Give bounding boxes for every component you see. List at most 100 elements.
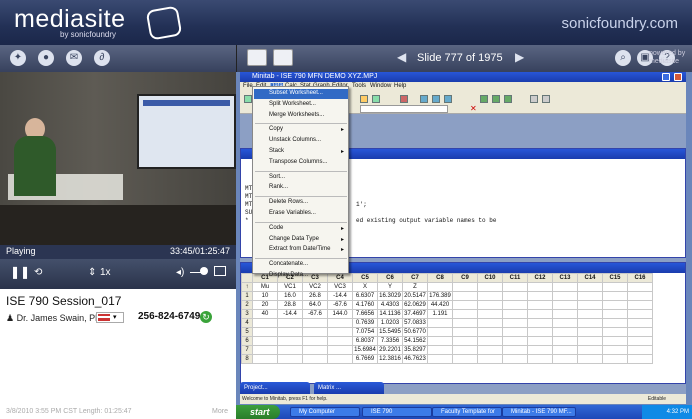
data-menu-item[interactable]: Erase Variables... [269, 210, 316, 216]
table-cell[interactable] [527, 345, 553, 355]
table-cell[interactable] [527, 309, 553, 319]
taskbar-item[interactable]: ISE 790 [362, 407, 432, 417]
table-cell[interactable] [452, 300, 478, 310]
table-cell[interactable]: 29.2201 [377, 345, 403, 355]
column-header[interactable]: C14 [577, 273, 603, 283]
data-menu-item[interactable]: Display Data... [269, 272, 308, 278]
table-cell[interactable] [427, 336, 453, 346]
table-cell[interactable] [527, 327, 553, 337]
table-cell[interactable] [302, 336, 328, 346]
table-cell[interactable] [627, 318, 653, 328]
table-cell[interactable] [627, 309, 653, 319]
table-cell[interactable] [502, 318, 528, 328]
column-name[interactable]: VC3 [327, 282, 353, 292]
table-cell[interactable]: 50.6770 [402, 327, 428, 337]
table-cell[interactable] [602, 345, 628, 355]
column-header[interactable]: C13 [552, 273, 578, 283]
new-icon[interactable] [244, 95, 252, 103]
table-cell[interactable]: 7.0754 [352, 327, 378, 337]
table-cell[interactable] [302, 354, 328, 364]
worksheet-grid[interactable]: C1 C2 C3 C4 C5 C6 C7 C8 C9 C10 C11 C12 C13 C14 C15 C16 ↑… [241, 273, 653, 364]
data-menu-item[interactable]: Change Data Type [269, 236, 319, 242]
column-name[interactable]: ↑ [241, 282, 253, 292]
tool-icon[interactable] [420, 95, 428, 103]
site-link[interactable]: sonicfoundry.com [562, 15, 678, 32]
column-name[interactable] [577, 282, 603, 292]
table-cell[interactable]: 176.389 [427, 291, 453, 301]
table-cell[interactable]: 14.1136 [377, 309, 403, 319]
table-cell[interactable] [327, 345, 353, 355]
column-name[interactable]: X [352, 282, 378, 292]
table-cell[interactable] [552, 354, 578, 364]
table-cell[interactable] [252, 336, 278, 346]
search-icon[interactable]: ⌕ [615, 50, 631, 66]
column-header[interactable]: C4 [327, 273, 353, 283]
column-name[interactable] [602, 282, 628, 292]
table-cell[interactable] [552, 336, 578, 346]
table-cell[interactable] [277, 336, 303, 346]
table-cell[interactable] [602, 318, 628, 328]
phone-number[interactable]: 256-824-6749 [138, 311, 200, 322]
column-name[interactable]: VC2 [302, 282, 328, 292]
email-icon[interactable]: ✉ [66, 50, 82, 66]
table-cell[interactable]: 10 [252, 291, 278, 301]
minimize-icon[interactable] [662, 73, 670, 81]
table-cell[interactable] [552, 300, 578, 310]
table-cell[interactable] [477, 291, 503, 301]
data-menu-item[interactable]: Stack [269, 148, 284, 154]
table-cell[interactable] [627, 300, 653, 310]
table-cell[interactable]: 1 [241, 291, 253, 301]
table-cell[interactable] [577, 354, 603, 364]
cancel-icon[interactable]: ✕ [470, 104, 477, 113]
table-cell[interactable] [627, 354, 653, 364]
table-cell[interactable]: 2 [241, 300, 253, 310]
column-name[interactable]: Y [377, 282, 403, 292]
table-cell[interactable] [502, 354, 528, 364]
volume-icon[interactable]: ◂) [176, 267, 184, 278]
table-cell[interactable] [252, 354, 278, 364]
settings-icon[interactable]: ✦ [10, 50, 26, 66]
table-cell[interactable]: 46.7623 [402, 354, 428, 364]
table-cell[interactable] [277, 318, 303, 328]
column-name[interactable] [627, 282, 653, 292]
data-menu-item[interactable]: Transpose Columns... [269, 159, 327, 165]
table-cell[interactable] [427, 327, 453, 337]
column-name[interactable] [527, 282, 553, 292]
tool-icon[interactable] [492, 95, 500, 103]
column-header[interactable]: C10 [477, 273, 503, 283]
table-cell[interactable] [477, 336, 503, 346]
data-menu-item[interactable]: Extract from Date/Time [269, 246, 330, 252]
table-cell[interactable] [452, 354, 478, 364]
thumbnail-view-icon[interactable] [273, 49, 293, 66]
table-cell[interactable] [252, 318, 278, 328]
table-cell[interactable]: -14.4 [277, 309, 303, 319]
tool-icon[interactable] [530, 95, 538, 103]
table-cell[interactable] [602, 300, 628, 310]
attachment-icon[interactable]: ∂ [94, 50, 110, 66]
data-menu-item[interactable]: Subset Worksheet... [269, 90, 323, 96]
table-cell[interactable]: 4.1760 [352, 300, 378, 310]
table-cell[interactable]: 15.5495 [377, 327, 403, 337]
table-cell[interactable] [527, 291, 553, 301]
speed-icon[interactable]: ⇕ [88, 267, 96, 278]
table-cell[interactable] [627, 345, 653, 355]
tool-icon[interactable] [504, 95, 512, 103]
table-cell[interactable] [502, 291, 528, 301]
column-header[interactable]: C5 [352, 273, 378, 283]
table-cell[interactable] [527, 336, 553, 346]
column-name[interactable] [452, 282, 478, 292]
table-cell[interactable] [277, 327, 303, 337]
table-cell[interactable]: -14.4 [327, 291, 353, 301]
table-cell[interactable] [452, 309, 478, 319]
rewind-icon[interactable]: ⟲ [34, 267, 42, 278]
table-cell[interactable]: 20.5147 [402, 291, 428, 301]
table-cell[interactable] [602, 354, 628, 364]
table-cell[interactable] [552, 327, 578, 337]
column-header[interactable]: C9 [452, 273, 478, 283]
table-cell[interactable]: 0.7639 [352, 318, 378, 328]
table-cell[interactable] [252, 345, 278, 355]
table-cell[interactable] [327, 318, 353, 328]
tool-icon[interactable] [400, 95, 408, 103]
table-cell[interactable]: -67.6 [302, 309, 328, 319]
table-cell[interactable] [552, 345, 578, 355]
